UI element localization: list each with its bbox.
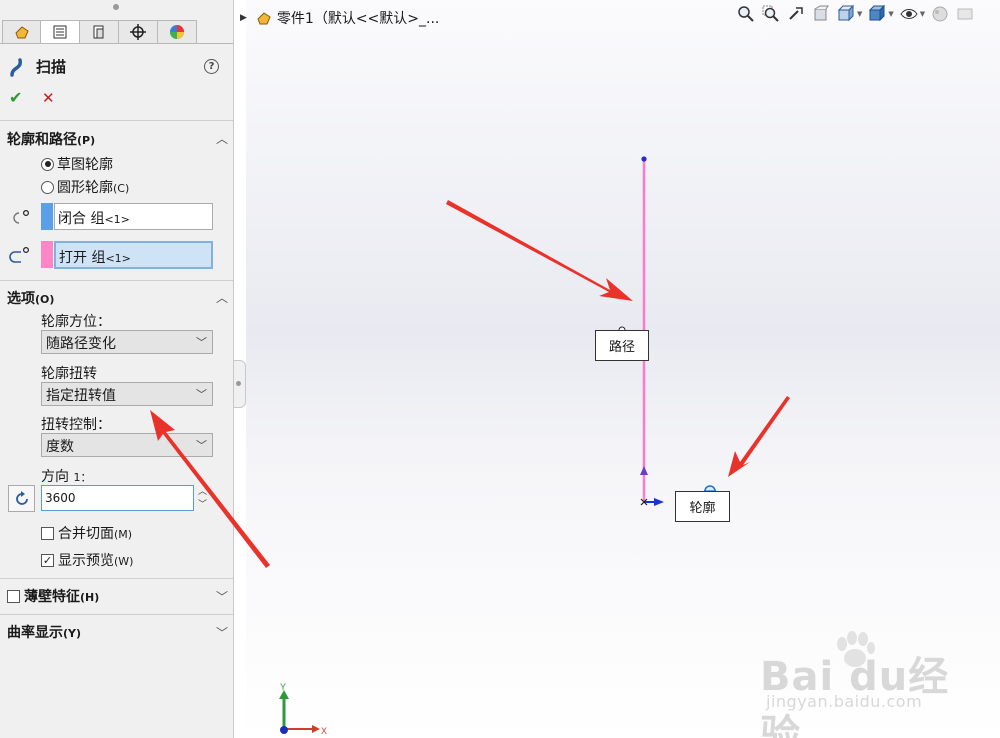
annotation-arrow-to-profile bbox=[728, 396, 790, 477]
path-callout[interactable]: 路径 bbox=[595, 330, 649, 361]
triad-x-label: X bbox=[321, 726, 327, 736]
watermark-brand: Bai du经验 bbox=[760, 654, 950, 738]
triad-x-arrow bbox=[312, 725, 320, 733]
annotation-arrow-to-twist bbox=[150, 410, 270, 568]
annotation-arrow-to-path bbox=[446, 200, 633, 301]
sketch-overlay: Y X bbox=[150, 156, 790, 736]
baidu-watermark: Bai du经验 jingyan.baidu.com bbox=[760, 630, 950, 738]
triad-y-label: Y bbox=[280, 682, 286, 692]
x-direction-arrow bbox=[654, 498, 664, 506]
path-direction-arrow bbox=[640, 466, 648, 475]
triad-origin bbox=[280, 726, 288, 734]
profile-callout[interactable]: 轮廓 bbox=[675, 491, 730, 522]
watermark-url: jingyan.baidu.com bbox=[766, 692, 923, 711]
path-endpoint bbox=[641, 156, 647, 162]
